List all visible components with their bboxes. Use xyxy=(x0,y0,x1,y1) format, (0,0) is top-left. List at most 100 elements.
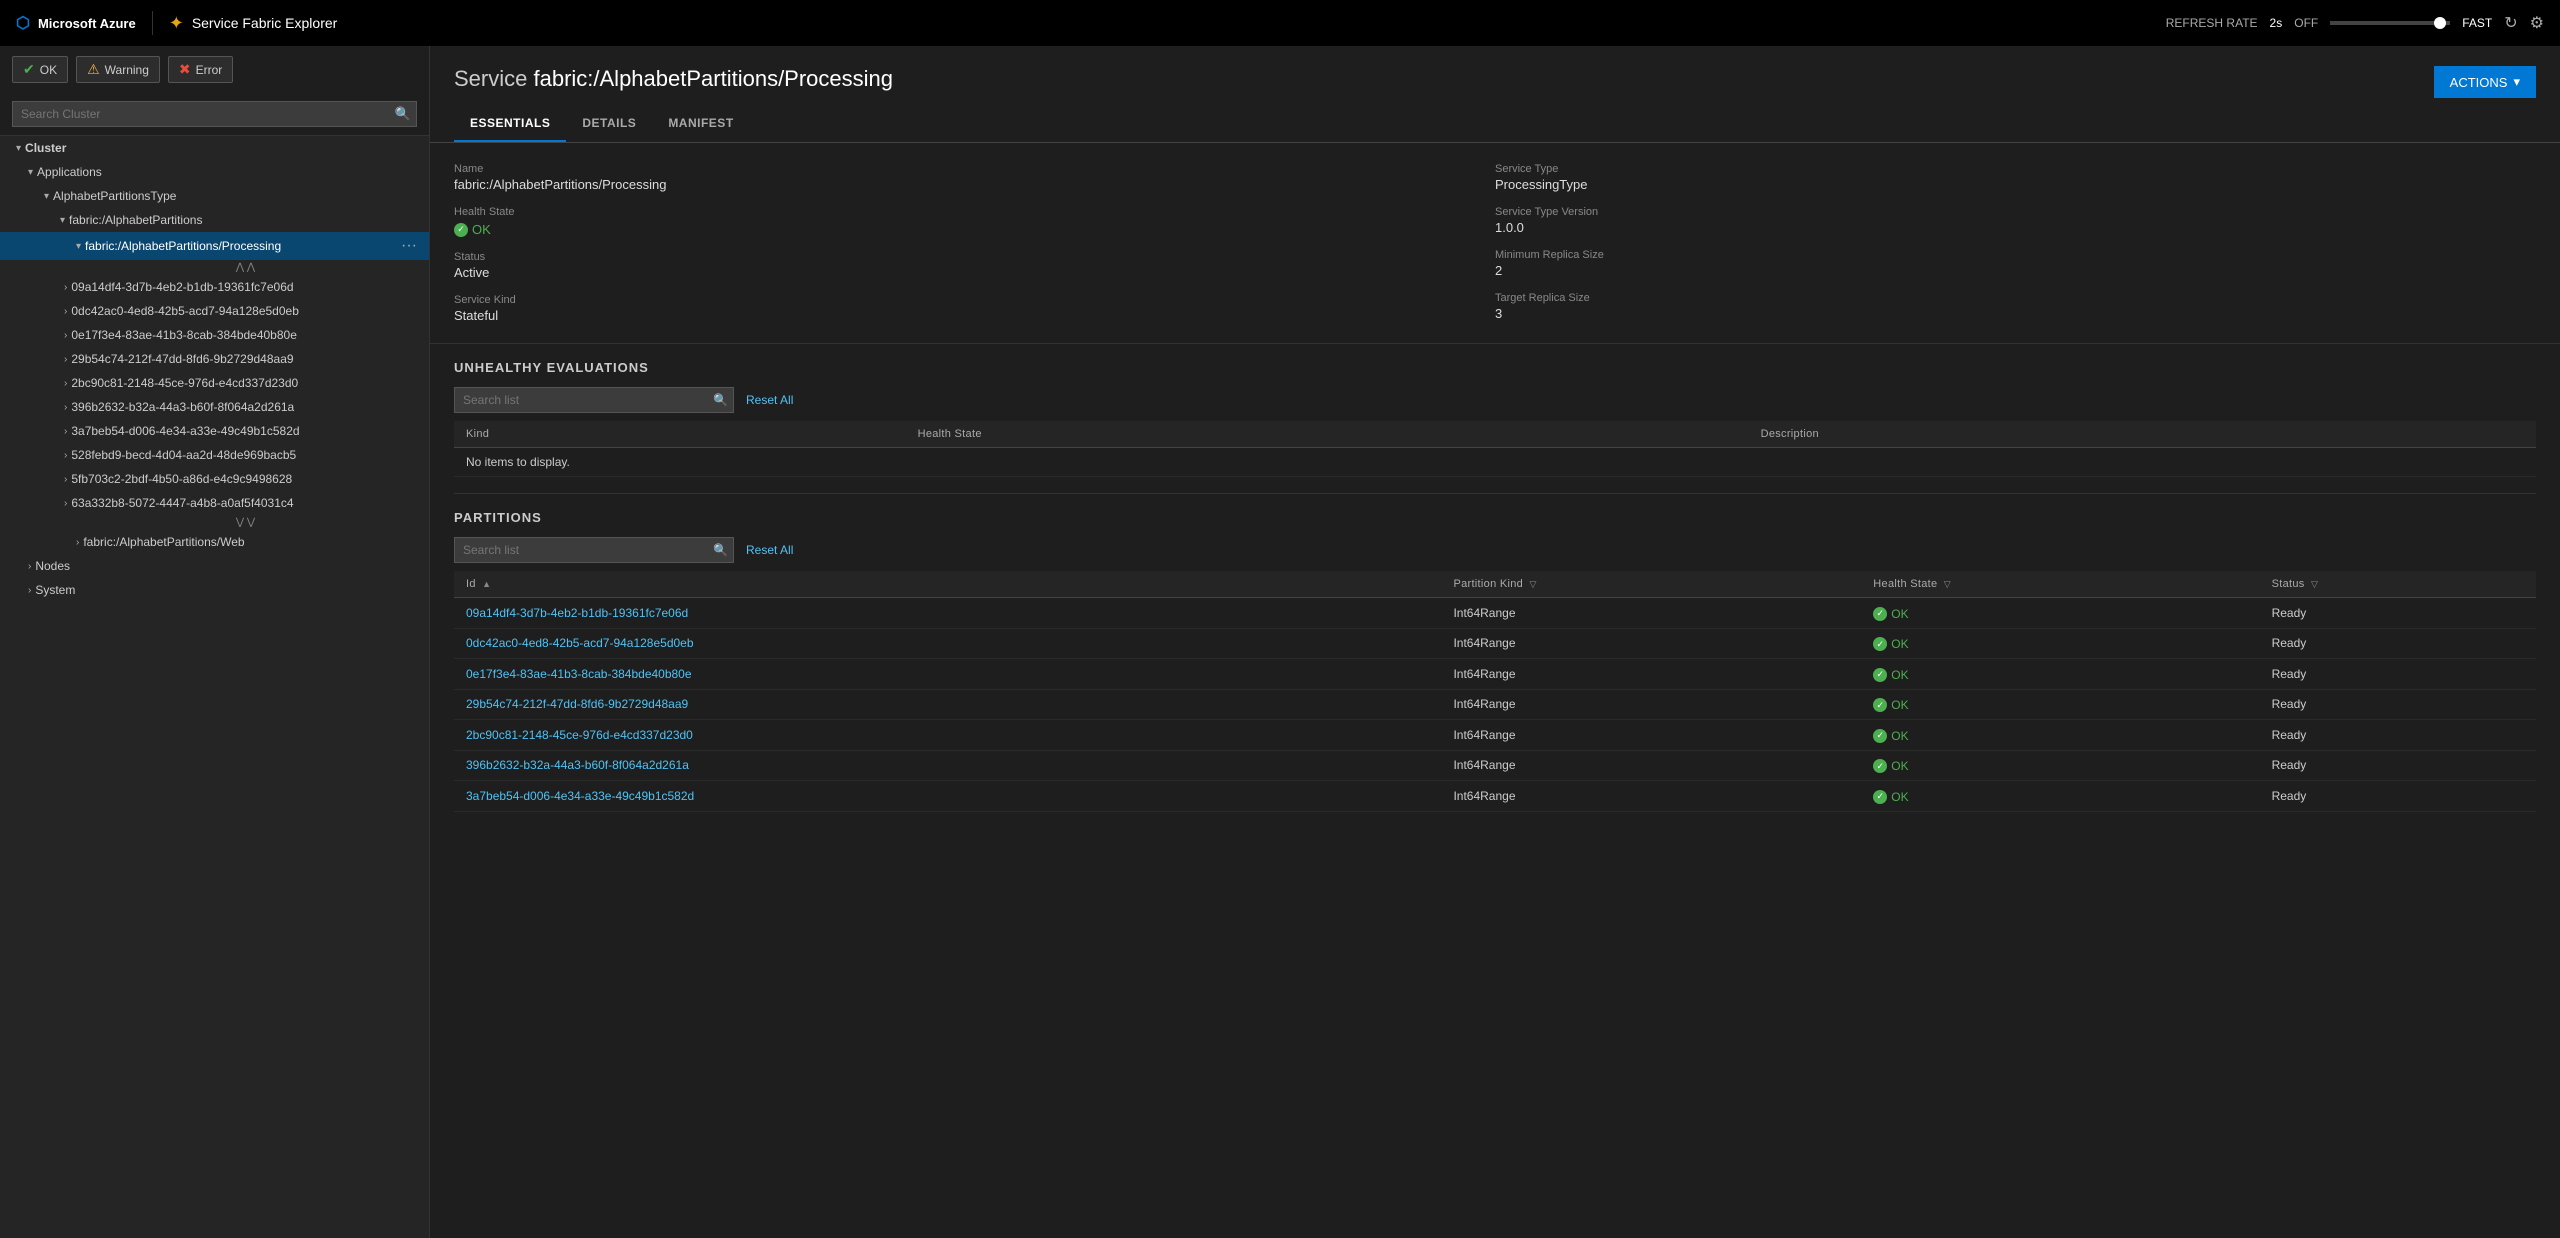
partition-id-cell[interactable]: 3a7beb54-d006-4e34-a33e-49c49b1c582d xyxy=(454,781,1441,812)
error-button[interactable]: ✖ Error xyxy=(168,56,233,83)
health-state-cell: ✓ OK xyxy=(1861,720,2259,751)
sort-icon[interactable]: ▲ xyxy=(482,579,491,589)
target-replica-label: Target Replica Size xyxy=(1495,292,2536,304)
app-label: fabric:/AlphabetPartitions xyxy=(69,213,202,227)
app-title-label: Service Fabric Explorer xyxy=(192,15,338,31)
health-state-cell: ✓ OK xyxy=(1861,598,2259,629)
name-value: fabric:/AlphabetPartitions/Processing xyxy=(454,177,1495,192)
partition-id-cell[interactable]: 0dc42ac0-4ed8-42b5-acd7-94a128e5d0eb xyxy=(454,628,1441,659)
sidebar-item-applications[interactable]: ▾ Applications xyxy=(0,160,429,184)
unhealthy-table: Kind Health State Description No items t… xyxy=(454,421,2536,477)
sidebar-item-partition-4[interactable]: › 29b54c74-212f-47dd-8fd6-9b2729d48aa9 xyxy=(0,347,429,371)
status-value: Active xyxy=(454,265,1495,280)
unhealthy-search-input[interactable] xyxy=(454,387,734,413)
partition-label: 3a7beb54-d006-4e34-a33e-49c49b1c582d xyxy=(71,424,299,438)
partition-label: 0dc42ac0-4ed8-42b5-acd7-94a128e5d0eb xyxy=(71,304,299,318)
sidebar-tree: ▾ Cluster ▾ Applications ▾ AlphabetParti… xyxy=(0,136,429,1238)
refresh-toggle[interactable]: OFF xyxy=(2294,16,2318,30)
actions-button[interactable]: ACTIONS ▾ xyxy=(2434,66,2536,98)
collapse-up-arrows[interactable]: ⋀ ⋀ xyxy=(0,260,429,275)
search-icon: 🔍 xyxy=(713,393,728,407)
partition-kind-cell: Int64Range xyxy=(1441,659,1861,690)
service-title: Service fabric:/AlphabetPartitions/Proce… xyxy=(454,66,893,92)
content-area: Service fabric:/AlphabetPartitions/Proce… xyxy=(430,46,2560,1238)
fabric-icon: ✦ xyxy=(169,13,184,34)
warning-button[interactable]: ⚠ Warning xyxy=(76,56,160,83)
service-kind-label: Service Kind xyxy=(454,294,1495,306)
settings-icon[interactable]: ⚙ xyxy=(2530,13,2544,33)
unhealthy-reset-all[interactable]: Reset All xyxy=(746,393,793,407)
sidebar-item-partition-5[interactable]: › 2bc90c81-2148-45ce-976d-e4cd337d23d0 xyxy=(0,371,429,395)
partitions-reset-all[interactable]: Reset All xyxy=(746,543,793,557)
search-cluster-input[interactable] xyxy=(12,101,417,127)
chevron-down-icon: ▾ xyxy=(12,143,21,154)
unhealthy-section: UNHEALTHY EVALUATIONS 🔍 Reset All Kind H… xyxy=(430,344,2560,493)
search-icon: 🔍 xyxy=(713,543,728,557)
partition-id-cell[interactable]: 09a14df4-3d7b-4eb2-b1db-19361fc7e06d xyxy=(454,598,1441,629)
sidebar-item-web[interactable]: › fabric:/AlphabetPartitions/Web xyxy=(0,530,429,554)
tabs-bar: ESSENTIALS DETAILS MANIFEST xyxy=(430,106,2560,143)
partitions-search-inner: 🔍 xyxy=(454,537,734,563)
unhealthy-search-inner: 🔍 xyxy=(454,387,734,413)
partition-id-cell[interactable]: 2bc90c81-2148-45ce-976d-e4cd337d23d0 xyxy=(454,720,1441,751)
status-cell: Ready xyxy=(2260,659,2536,690)
health-state-cell: ✓ OK xyxy=(1861,750,2259,781)
col-health-state: Health State xyxy=(906,421,1749,448)
sidebar-item-alphabetpartitions[interactable]: ▾ fabric:/AlphabetPartitions xyxy=(0,208,429,232)
filter-icon[interactable]: ▽ xyxy=(2311,579,2318,589)
sidebar-item-processing[interactable]: ▾ fabric:/AlphabetPartitions/Processing … xyxy=(0,232,429,260)
chevron-right-icon: › xyxy=(28,585,31,596)
tab-details[interactable]: DETAILS xyxy=(566,106,652,142)
sidebar-item-partition-10[interactable]: › 63a332b8-5072-4447-a4b8-a0af5f4031c4 xyxy=(0,491,429,515)
partition-label: 29b54c74-212f-47dd-8fd6-9b2729d48aa9 xyxy=(71,352,293,366)
azure-icon: ⬡ xyxy=(16,13,30,33)
refresh-slider[interactable] xyxy=(2330,21,2450,25)
table-row: 29b54c74-212f-47dd-8fd6-9b2729d48aa9 Int… xyxy=(454,689,2536,720)
partition-label: 396b2632-b32a-44a3-b60f-8f064a2d261a xyxy=(71,400,294,414)
sidebar-item-cluster[interactable]: ▾ Cluster xyxy=(0,136,429,160)
col-status: Status ▽ xyxy=(2260,571,2536,598)
partition-label: 528febd9-becd-4d04-aa2d-48de969bacb5 xyxy=(71,448,296,462)
sidebar-item-nodes[interactable]: › Nodes xyxy=(0,554,429,578)
chevron-right-icon: › xyxy=(28,561,31,572)
min-replica-value: 2 xyxy=(1495,263,2536,278)
service-title-text: Service fabric:/AlphabetPartitions/Proce… xyxy=(454,66,893,91)
refresh-label: REFRESH RATE xyxy=(2166,16,2258,30)
refresh-icon[interactable]: ↻ xyxy=(2504,13,2517,33)
azure-label: Microsoft Azure xyxy=(38,16,136,31)
col-health-state: Health State ▽ xyxy=(1861,571,2259,598)
top-nav-right: REFRESH RATE 2s OFF FAST ↻ ⚙ xyxy=(2166,13,2544,33)
essentials-right: Service Type ProcessingType Service Type… xyxy=(1495,163,2536,323)
partitions-search-input[interactable] xyxy=(454,537,734,563)
tab-manifest[interactable]: MANIFEST xyxy=(652,106,749,142)
ok-button[interactable]: ✔ OK xyxy=(12,56,68,83)
service-type-version-value: 1.0.0 xyxy=(1495,220,2536,235)
chevron-right-icon: › xyxy=(64,474,67,485)
sidebar-item-alphabetpartitionstype[interactable]: ▾ AlphabetPartitionsType xyxy=(0,184,429,208)
partitions-search-wrap: 🔍 Reset All xyxy=(454,537,2536,563)
sidebar-item-partition-2[interactable]: › 0dc42ac0-4ed8-42b5-acd7-94a128e5d0eb xyxy=(0,299,429,323)
service-type-value: ProcessingType xyxy=(1495,177,2536,192)
partition-id-cell[interactable]: 0e17f3e4-83ae-41b3-8cab-384bde40b80e xyxy=(454,659,1441,690)
service-type-version-field: Service Type Version 1.0.0 xyxy=(1495,206,2536,235)
chevron-right-icon: › xyxy=(64,354,67,365)
collapse-down-arrows[interactable]: ⋁ ⋁ xyxy=(0,515,429,530)
filter-icon[interactable]: ▽ xyxy=(1944,579,1951,589)
partition-id-cell[interactable]: 396b2632-b32a-44a3-b60f-8f064a2d261a xyxy=(454,750,1441,781)
sidebar-item-partition-3[interactable]: › 0e17f3e4-83ae-41b3-8cab-384bde40b80e xyxy=(0,323,429,347)
tab-essentials[interactable]: ESSENTIALS xyxy=(454,106,566,142)
sidebar-item-partition-9[interactable]: › 5fb703c2-2bdf-4b50-a86d-e4c9c9498628 xyxy=(0,467,429,491)
health-value: ✓ OK xyxy=(454,222,491,237)
ok-dot: ✓ xyxy=(454,223,468,237)
unhealthy-search-wrap: 🔍 Reset All xyxy=(454,387,2536,413)
more-options-icon[interactable]: ··· xyxy=(397,237,421,255)
name-field: Name fabric:/AlphabetPartitions/Processi… xyxy=(454,163,1495,192)
sidebar-item-partition-6[interactable]: › 396b2632-b32a-44a3-b60f-8f064a2d261a xyxy=(0,395,429,419)
main-layout: ✔ OK ⚠ Warning ✖ Error 🔍 ▾ Cluster xyxy=(0,46,2560,1238)
sidebar-item-partition-7[interactable]: › 3a7beb54-d006-4e34-a33e-49c49b1c582d xyxy=(0,419,429,443)
sidebar-item-system[interactable]: › System xyxy=(0,578,429,602)
sidebar-item-partition-1[interactable]: › 09a14df4-3d7b-4eb2-b1db-19361fc7e06d xyxy=(0,275,429,299)
filter-icon[interactable]: ▽ xyxy=(1529,579,1536,589)
sidebar-item-partition-8[interactable]: › 528febd9-becd-4d04-aa2d-48de969bacb5 xyxy=(0,443,429,467)
partition-id-cell[interactable]: 29b54c74-212f-47dd-8fd6-9b2729d48aa9 xyxy=(454,689,1441,720)
